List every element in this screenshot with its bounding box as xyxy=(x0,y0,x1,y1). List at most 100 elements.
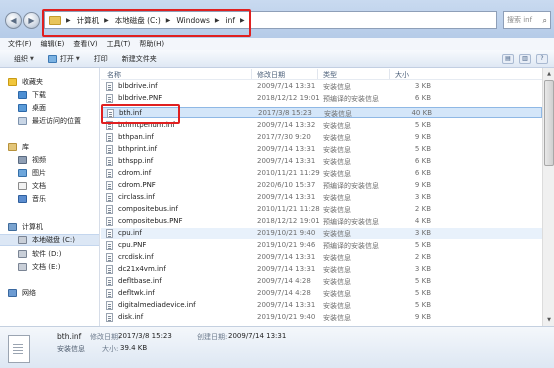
file-row[interactable]: defltbase.inf 2009/7/14 4:28 安装信息 5 KB xyxy=(101,276,542,287)
vertical-scrollbar[interactable]: ▲ ▼ xyxy=(542,68,554,326)
file-name: digitalmediadevice.inf xyxy=(118,301,196,309)
file-type: 安装信息 xyxy=(323,302,351,310)
selected-file-highlight-box xyxy=(101,104,180,124)
inf-file-icon xyxy=(106,265,113,274)
organize-button[interactable]: 组织 ▼ xyxy=(14,54,34,64)
details-file-name: bth.inf xyxy=(57,332,82,341)
file-name: compositebus.inf xyxy=(118,205,178,213)
menu-file[interactable]: 文件(F) xyxy=(8,39,32,49)
help-icon[interactable]: ? xyxy=(536,54,548,64)
menu-tools[interactable]: 工具(T) xyxy=(107,39,131,49)
file-size: 5 KB xyxy=(414,301,431,309)
file-type: 安装信息 xyxy=(323,134,351,142)
file-row-hover[interactable]: cpu.inf 2019/10/21 9:40 安装信息 3 KB xyxy=(101,228,542,239)
scroll-down-icon[interactable]: ▼ xyxy=(544,315,554,325)
file-date: 2009/7/14 13:31 xyxy=(257,301,316,309)
sidebar-item-local-disk-c[interactable]: 本地磁盘 (C:) xyxy=(0,234,99,246)
file-size: 5 KB xyxy=(414,289,431,297)
inf-file-icon xyxy=(106,133,113,142)
file-size: 6 KB xyxy=(414,169,431,177)
forward-button[interactable]: ▶ xyxy=(23,12,40,29)
details-modified-label: 修改日期: xyxy=(90,333,121,341)
chevron-down-icon: ▼ xyxy=(75,55,80,62)
file-row[interactable]: compositebus.PNF 2018/12/12 19:01 预编译的安装… xyxy=(101,216,542,227)
file-row[interactable]: cdrom.inf 2010/11/21 11:29 安装信息 6 KB xyxy=(101,168,542,179)
column-divider[interactable] xyxy=(389,69,390,79)
open-button[interactable]: 打开 ▼ xyxy=(47,54,80,64)
new-folder-button[interactable]: 新建文件夹 xyxy=(122,54,157,64)
file-type: 安装信息 xyxy=(324,110,352,118)
file-size: 2 KB xyxy=(414,253,431,261)
file-size: 3 KB xyxy=(414,82,431,90)
menu-help[interactable]: 帮助(H) xyxy=(139,39,164,49)
file-row[interactable]: digitalmediadevice.inf 2009/7/14 13:31 安… xyxy=(101,300,542,311)
column-header: 名称 修改日期 类型 大小 xyxy=(101,68,542,80)
file-row[interactable]: crcdisk.inf 2009/7/14 13:31 安装信息 2 KB xyxy=(101,252,542,263)
file-row[interactable]: compositebus.inf 2010/11/21 11:28 安装信息 2… xyxy=(101,204,542,215)
sidebar-item-libraries[interactable]: 库 xyxy=(8,141,107,153)
inf-file-icon xyxy=(106,277,113,286)
inf-file-icon xyxy=(106,145,113,154)
column-type[interactable]: 类型 xyxy=(323,70,337,80)
file-type: 安装信息 xyxy=(323,206,351,214)
inf-file-icon xyxy=(106,289,113,298)
file-type: 安装信息 xyxy=(323,122,351,130)
search-icon[interactable]: ⌕ xyxy=(543,13,547,29)
menu-view[interactable]: 查看(V) xyxy=(73,39,97,49)
scroll-up-icon[interactable]: ▲ xyxy=(544,69,554,79)
organize-label: 组织 xyxy=(14,54,28,63)
column-divider[interactable] xyxy=(317,69,318,79)
file-row[interactable]: disk.inf 2019/10/21 9:40 安装信息 9 KB xyxy=(101,312,542,323)
back-button[interactable]: ◀ xyxy=(5,12,22,29)
file-row[interactable]: bthspp.inf 2009/7/14 13:31 安装信息 6 KB xyxy=(101,156,542,167)
column-date[interactable]: 修改日期 xyxy=(257,70,285,80)
file-date: 2010/11/21 11:29 xyxy=(257,169,320,177)
file-row[interactable]: bthpan.inf 2017/7/30 9:20 安装信息 9 KB xyxy=(101,132,542,143)
inf-file-icon xyxy=(106,313,113,322)
file-row[interactable]: bthprint.inf 2009/7/14 13:31 安装信息 5 KB xyxy=(101,144,542,155)
file-size: 3 KB xyxy=(414,265,431,273)
file-row[interactable]: blbdrive.PNF 2018/12/12 19:01 预编译的安装信息 6… xyxy=(101,93,542,104)
file-name: bthspp.inf xyxy=(118,157,154,165)
menu-edit[interactable]: 编辑(E) xyxy=(41,39,65,49)
open-label: 打开 xyxy=(59,54,74,63)
details-created-label: 创建日期: xyxy=(197,333,228,341)
details-created-value: 2009/7/14 13:31 xyxy=(228,332,287,340)
view-options-icon[interactable]: ▤ xyxy=(502,54,514,64)
file-size: 5 KB xyxy=(414,121,431,129)
scrollbar-thumb[interactable] xyxy=(544,80,554,166)
sidebar-item-network[interactable]: 网络 xyxy=(8,287,107,299)
details-pane: bth.inf 修改日期: 2017/3/8 15:23 创建日期: 2009/… xyxy=(0,326,554,368)
print-button[interactable]: 打印 xyxy=(94,54,108,64)
sidebar-item-computer[interactable]: 计算机 xyxy=(8,221,107,233)
search-input[interactable]: 搜索 inf ⌕ xyxy=(503,11,551,29)
file-type: 安装信息 xyxy=(323,158,351,166)
file-date: 2019/10/21 9:40 xyxy=(257,313,316,321)
file-type: 安装信息 xyxy=(323,83,351,91)
column-name[interactable]: 名称 xyxy=(107,70,121,80)
column-size[interactable]: 大小 xyxy=(395,70,409,80)
file-row[interactable]: cdrom.PNF 2020/6/10 15:37 预编译的安装信息 9 KB xyxy=(101,180,542,191)
file-date: 2009/7/14 13:31 xyxy=(257,193,316,201)
inf-file-icon xyxy=(106,301,113,310)
file-row[interactable]: blbdrive.inf 2009/7/14 13:31 安装信息 3 KB xyxy=(101,81,542,92)
desktop-icon xyxy=(18,104,27,112)
drive-icon xyxy=(18,236,27,244)
sidebar-item-favorites[interactable]: 收藏夹 xyxy=(8,76,107,88)
file-name: defltbase.inf xyxy=(118,277,162,285)
document-icon xyxy=(18,182,27,190)
file-date: 2009/7/14 4:28 xyxy=(257,289,311,297)
video-icon xyxy=(18,156,27,164)
file-row[interactable]: circlass.inf 2009/7/14 13:31 安装信息 3 KB xyxy=(101,192,542,203)
file-row[interactable]: cpu.PNF 2019/10/21 9:46 预编译的安装信息 5 KB xyxy=(101,240,542,251)
file-row[interactable]: dc21x4vm.inf 2009/7/14 13:31 安装信息 3 KB xyxy=(101,264,542,275)
file-date: 2009/7/14 4:28 xyxy=(257,277,311,285)
inf-file-icon xyxy=(106,205,113,214)
file-size: 5 KB xyxy=(414,277,431,285)
file-date: 2017/7/30 9:20 xyxy=(257,133,311,141)
inf-file-icon xyxy=(106,229,113,238)
preview-pane-icon[interactable]: ▥ xyxy=(519,54,531,64)
column-divider[interactable] xyxy=(251,69,252,79)
file-row[interactable]: defltwk.inf 2009/7/14 4:28 安装信息 5 KB xyxy=(101,288,542,299)
pnf-file-icon xyxy=(106,94,113,103)
